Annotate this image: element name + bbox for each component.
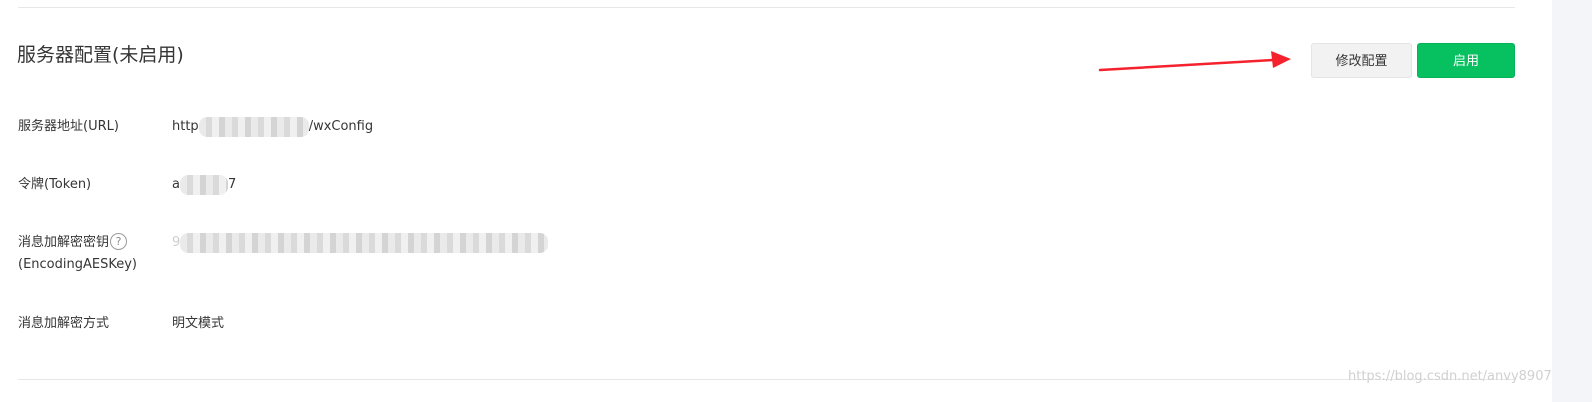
aes-key-label: 消息加解密密钥? (EncodingAESKey) [18, 232, 137, 276]
token-value-suffix: 7 [227, 177, 237, 192]
aes-key-label-line1: 消息加解密密钥 [18, 235, 110, 250]
section-title: 服务器配置(未启用) [17, 44, 184, 66]
right-gutter [1552, 0, 1592, 402]
url-value-suffix: /wxConfig [308, 119, 374, 134]
server-config-page: 服务器配置(未启用) 修改配置 启用 服务器地址(URL) http/wxCon… [0, 0, 1592, 402]
enable-button[interactable]: 启用 [1417, 43, 1515, 78]
redacted-blur [179, 174, 228, 195]
redacted-blur [180, 232, 549, 253]
divider-bottom [18, 379, 1515, 380]
url-label: 服务器地址(URL) [18, 119, 119, 134]
edit-config-button[interactable]: 修改配置 [1311, 43, 1412, 78]
token-label: 令牌(Token) [18, 177, 92, 192]
redacted-blur [198, 116, 309, 137]
red-arrow-icon [1098, 51, 1291, 72]
encrypt-mode-label: 消息加解密方式 [18, 316, 110, 331]
url-value-prefix: http [172, 119, 199, 134]
aes-key-label-line2: (EncodingAESKey) [18, 257, 137, 272]
aes-key-value: 9 [172, 232, 549, 254]
encrypt-mode-value: 明文模式 [172, 316, 225, 331]
question-circle-icon[interactable]: ? [110, 233, 128, 250]
url-value: http/wxConfig [172, 116, 373, 138]
token-value-prefix: a [172, 177, 180, 192]
token-value: a7 [172, 174, 236, 196]
aes-key-value-prefix: 9 [172, 235, 181, 250]
watermark-text: https://blog.csdn.net/anvy8907 [1348, 369, 1552, 384]
divider-top [18, 7, 1515, 8]
